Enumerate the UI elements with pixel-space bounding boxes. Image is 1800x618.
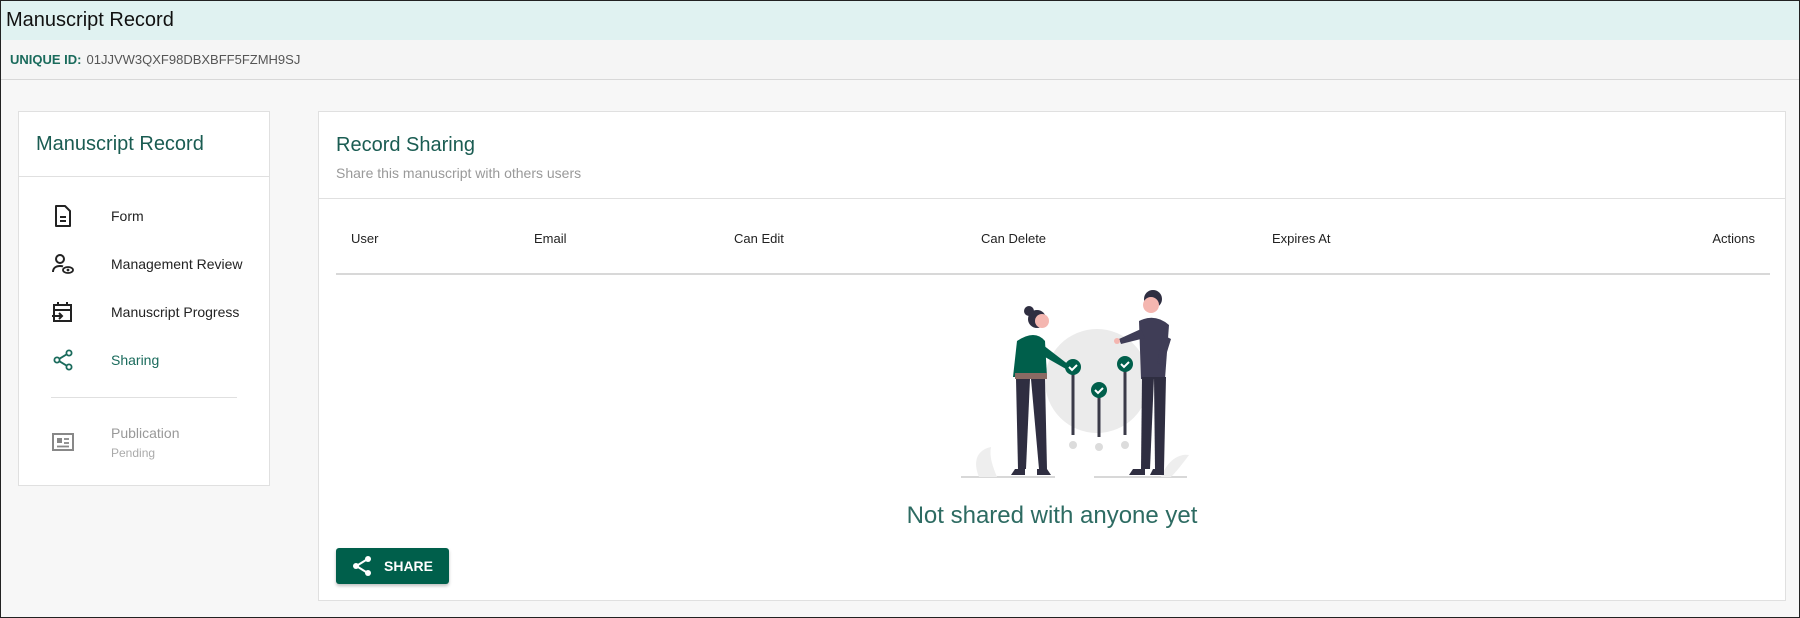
- app-titlebar: Manuscript Record: [0, 0, 1800, 40]
- sidebar-item-sharing[interactable]: Sharing: [19, 336, 269, 384]
- sidebar-item-publication: Publication Pending: [19, 412, 269, 472]
- user-eye-icon: [52, 253, 74, 275]
- newspaper-icon: [52, 431, 74, 453]
- share-icon: [52, 349, 74, 371]
- sidebar-item-management-review[interactable]: Management Review: [19, 240, 269, 288]
- panel-subtitle: Share this manuscript with others users: [336, 165, 582, 181]
- document-icon: [52, 205, 74, 227]
- sidebar-nav: Form Management Review Manuscript Progre…: [19, 177, 269, 472]
- publication-label: Publication: [111, 424, 180, 441]
- panel-title: Record Sharing: [336, 134, 475, 156]
- sidebar-item-form[interactable]: Form: [19, 192, 269, 240]
- unique-id-label: UNIQUE ID:: [10, 52, 82, 67]
- sidebar-divider: [51, 397, 237, 398]
- publication-status: Pending: [111, 445, 156, 460]
- publication-text: Publication Pending: [111, 425, 180, 460]
- empty-state: Not shared with anyone yet: [319, 275, 1785, 529]
- column-header-user[interactable]: User: [351, 231, 378, 246]
- sidebar-item-label: Management Review: [111, 256, 243, 272]
- column-header-can-delete[interactable]: Can Delete: [981, 231, 1046, 246]
- calendar-arrow-icon: [52, 301, 74, 323]
- sidebar-item-label: Form: [111, 208, 144, 224]
- share-icon: [352, 555, 372, 577]
- column-header-expires-at[interactable]: Expires At: [1272, 231, 1331, 246]
- panel-header: Record Sharing Share this manuscript wit…: [319, 112, 1785, 199]
- sidebar-item-manuscript-progress[interactable]: Manuscript Progress: [19, 288, 269, 336]
- sidebar-item-label: Manuscript Progress: [111, 304, 240, 320]
- record-sharing-panel: Record Sharing Share this manuscript wit…: [318, 111, 1786, 601]
- sharing-table-header: User Email Can Edit Can Delete Expires A…: [336, 199, 1770, 275]
- column-header-actions: Actions: [1712, 231, 1755, 246]
- share-button[interactable]: SHARE: [336, 548, 449, 584]
- unique-id-value: 01JJVW3QXF98DBXBFF5FZMH9SJ: [86, 52, 301, 67]
- column-header-can-edit[interactable]: Can Edit: [734, 231, 784, 246]
- sidebar-title: Manuscript Record: [19, 112, 269, 177]
- record-id-bar: UNIQUE ID: 01JJVW3QXF98DBXBFF5FZMH9SJ: [0, 40, 1800, 80]
- column-header-email[interactable]: Email: [534, 231, 567, 246]
- sharing-illustration: [961, 290, 1189, 478]
- empty-state-message: Not shared with anyone yet: [906, 502, 1198, 529]
- sidebar: Manuscript Record Form Management Review…: [18, 111, 270, 486]
- share-button-label: SHARE: [384, 558, 434, 574]
- sidebar-item-label: Sharing: [111, 352, 160, 368]
- window-title: Manuscript Record: [6, 8, 174, 31]
